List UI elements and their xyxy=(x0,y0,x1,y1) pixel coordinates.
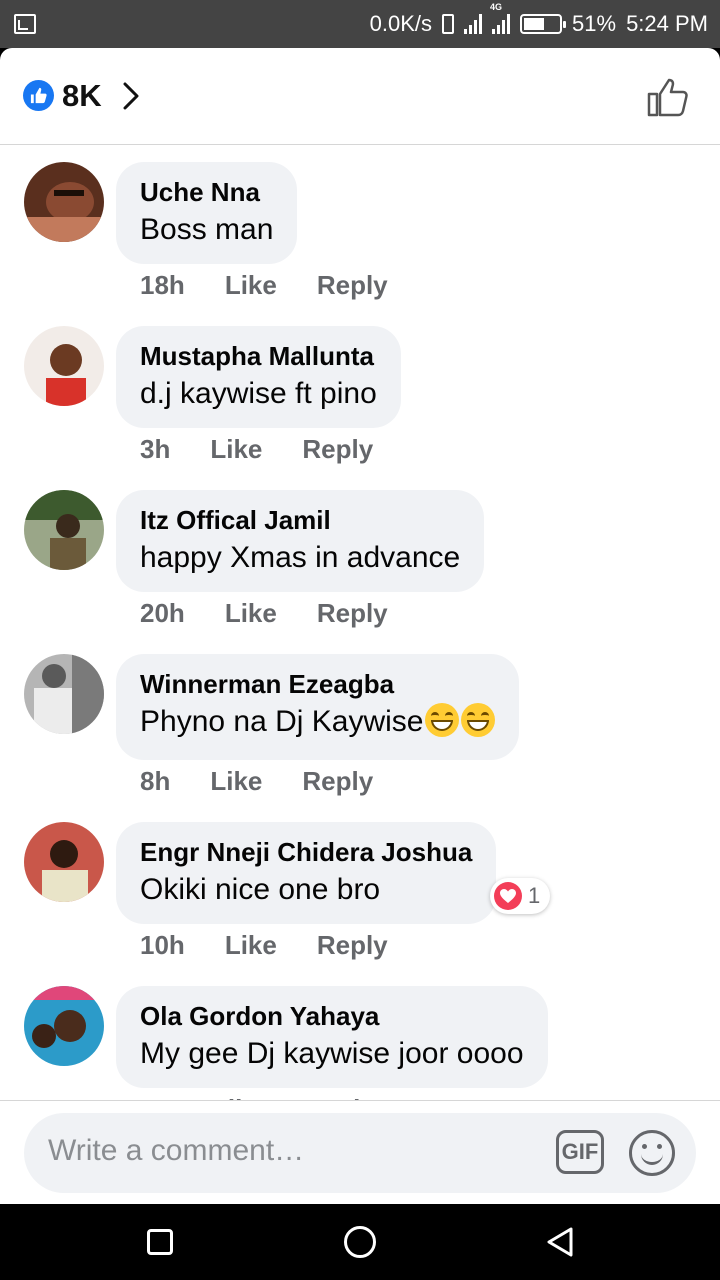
comments-sheet: 8K Uche Nna Boss man 18h Like Reply Must… xyxy=(0,48,720,1204)
reaction-count: 1 xyxy=(528,883,541,908)
like-link[interactable]: Like xyxy=(225,930,277,961)
like-link[interactable]: Like xyxy=(210,434,262,465)
net-speed: 0.0K/s xyxy=(369,11,433,36)
love-reaction-icon xyxy=(494,882,522,910)
signal-4g-icon: 4G xyxy=(490,2,511,34)
reply-link[interactable]: Reply xyxy=(317,270,388,301)
comment-placeholder: Write a comment… xyxy=(48,1134,305,1167)
composer-bar: Write a comment… GIF xyxy=(0,1100,720,1204)
comment-item: Winnerman Ezeagba Phyno na Dj Kaywise 8h… xyxy=(0,638,720,802)
comment-bubble[interactable]: Uche Nna Boss man xyxy=(116,162,298,264)
avatar[interactable] xyxy=(24,654,104,734)
grinning-face-emoji xyxy=(425,703,460,737)
back-icon[interactable] xyxy=(545,1226,575,1258)
recent-apps-icon[interactable] xyxy=(147,1229,173,1255)
avatar[interactable] xyxy=(24,822,104,902)
comment-bubble[interactable]: Mustapha Mallunta d.j kaywise ft pino xyxy=(116,326,401,428)
clock: 5:24 PM xyxy=(626,11,708,36)
comment-item: Mustapha Mallunta d.j kaywise ft pino 3h… xyxy=(0,310,720,474)
gif-button[interactable]: GIF xyxy=(556,1130,604,1174)
comment-actions: 3h Like Reply xyxy=(140,434,373,465)
comment-reactions[interactable]: 1 xyxy=(490,878,551,914)
like-link[interactable]: Like xyxy=(210,766,262,797)
comment-text: Okiki nice one bro xyxy=(140,873,381,906)
smiley-icon[interactable] xyxy=(629,1130,675,1176)
reply-link[interactable]: Reply xyxy=(302,434,373,465)
vibrate-icon xyxy=(442,14,455,34)
chevron-right-icon[interactable] xyxy=(122,81,140,111)
comment-author[interactable]: Engr Nneji Chidera Joshua xyxy=(140,836,472,868)
grinning-face-emoji xyxy=(461,703,496,737)
comment-bubble[interactable]: Ola Gordon Yahaya My gee Dj kaywise joor… xyxy=(116,986,548,1088)
comment-time: 10h xyxy=(140,930,185,960)
comment-item: Uche Nna Boss man 18h Like Reply xyxy=(0,146,720,310)
comment-list: Uche Nna Boss man 18h Like Reply Mustaph… xyxy=(0,146,720,1148)
comment-actions: 18h Like Reply xyxy=(140,270,388,301)
comment-bubble[interactable]: Engr Nneji Chidera Joshua Okiki nice one… xyxy=(116,822,497,924)
reply-link[interactable]: Reply xyxy=(317,930,388,961)
thumbs-up-icon[interactable] xyxy=(646,76,690,118)
comment-author[interactable]: Winnerman Ezeagba xyxy=(140,668,495,700)
avatar[interactable] xyxy=(24,986,104,1066)
comment-time: 8h xyxy=(140,766,171,796)
status-bar: 0.0K/s 4G 51% 5:24 PM xyxy=(0,0,720,48)
avatar[interactable] xyxy=(24,326,104,406)
comment-text: happy Xmas in advance xyxy=(140,541,461,574)
comment-time: 18h xyxy=(140,270,185,300)
signal-icon xyxy=(464,14,483,34)
comment-input[interactable]: Write a comment… GIF xyxy=(24,1113,696,1193)
comment-author[interactable]: Itz Offical Jamil xyxy=(140,504,460,536)
comment-time: 20h xyxy=(140,598,185,628)
comment-text: Phyno na Dj Kaywise xyxy=(140,700,496,744)
comment-actions: 10h Like Reply xyxy=(140,930,388,961)
screen-cast-icon xyxy=(14,14,36,34)
comment-author[interactable]: Uche Nna xyxy=(140,176,273,208)
system-nav-bar xyxy=(0,1204,720,1280)
like-reaction-icon[interactable] xyxy=(23,80,54,111)
comment-actions: 8h Like Reply xyxy=(140,766,373,797)
reply-link[interactable]: Reply xyxy=(302,766,373,797)
comment-item: Engr Nneji Chidera Joshua Okiki nice one… xyxy=(0,806,720,970)
comment-bubble[interactable]: Itz Offical Jamil happy Xmas in advance xyxy=(116,490,485,592)
like-link[interactable]: Like xyxy=(225,598,277,629)
reaction-count[interactable]: 8K xyxy=(62,78,102,114)
comment-author[interactable]: Ola Gordon Yahaya xyxy=(140,1000,524,1032)
home-icon[interactable] xyxy=(344,1226,376,1258)
comment-item: Itz Offical Jamil happy Xmas in advance … xyxy=(0,474,720,638)
avatar[interactable] xyxy=(24,162,104,242)
reply-link[interactable]: Reply xyxy=(317,598,388,629)
battery-icon xyxy=(520,14,567,34)
comment-author[interactable]: Mustapha Mallunta xyxy=(140,340,377,372)
avatar[interactable] xyxy=(24,490,104,570)
comment-time: 3h xyxy=(140,434,171,464)
status-indicators: 0.0K/s 4G 51% 5:24 PM xyxy=(370,0,708,48)
battery-level: 51% xyxy=(572,11,617,36)
reactions-header: 8K xyxy=(0,48,720,145)
network-type: 4G xyxy=(490,2,503,12)
comment-text: Boss man xyxy=(140,213,274,246)
comment-text: My gee Dj kaywise joor oooo xyxy=(140,1037,524,1070)
comment-bubble[interactable]: Winnerman Ezeagba Phyno na Dj Kaywise xyxy=(116,654,520,760)
like-link[interactable]: Like xyxy=(225,270,277,301)
comment-text: d.j kaywise ft pino xyxy=(140,377,377,410)
comment-actions: 20h Like Reply xyxy=(140,598,388,629)
